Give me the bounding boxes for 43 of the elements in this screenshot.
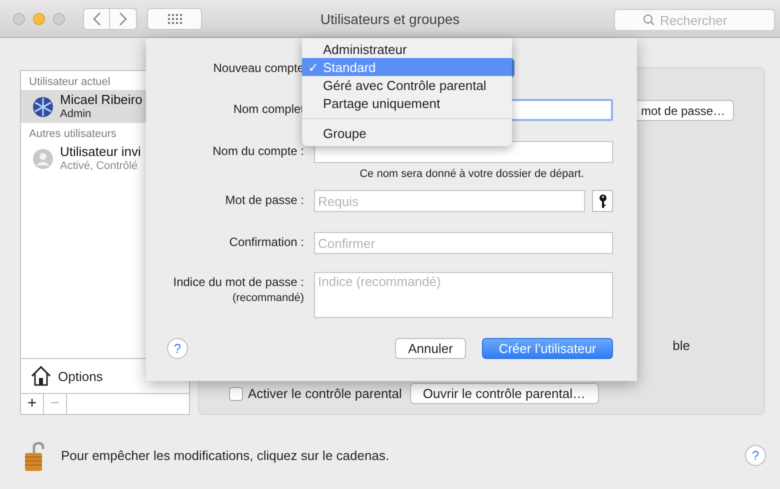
field-note: Ce nom sera donné à votre dossier de départ. [358, 168, 585, 180]
user-name: Utilisateur invi [60, 145, 141, 160]
key-icon [598, 194, 606, 208]
search-field[interactable]: Rechercher [614, 9, 775, 31]
field-label: Nouveau compte [213, 61, 304, 75]
user-detail: Activé, Contrôlé [60, 160, 139, 172]
grid-icon [166, 14, 182, 24]
section-heading: Utilisateur actuel [28, 75, 112, 90]
user-name: Micael Ribeiro [60, 93, 142, 108]
cancel-button[interactable]: Annuler [395, 338, 466, 359]
option-text: ble [672, 338, 690, 353]
options-label: Options [58, 368, 103, 384]
show-all-button[interactable] [147, 8, 202, 30]
parental-checkbox[interactable]: Activer le contrôle parental [229, 386, 402, 401]
user-avatar-icon [32, 148, 54, 170]
snowflake-avatar-icon [32, 96, 54, 118]
password-field[interactable]: Requis [314, 190, 585, 212]
hint-field[interactable]: Indice (recommandé) [314, 272, 613, 318]
section-heading: Autres utilisateurs [28, 127, 118, 142]
password-assistant-button[interactable] [592, 190, 613, 212]
field-sublabel: (recommandé) [232, 292, 304, 304]
help-button[interactable]: ? [167, 338, 188, 359]
text-field[interactable]: Confirmer [314, 232, 613, 254]
field-label: Confirmation : [229, 235, 304, 249]
back-button[interactable] [83, 8, 110, 30]
house-icon [30, 365, 52, 387]
menu-item[interactable]: Groupe [302, 124, 512, 142]
window-title: Utilisateurs et groupes [320, 11, 460, 27]
menu-item[interactable]: Partage uniquement [302, 94, 512, 112]
chevron-right-icon [118, 12, 128, 26]
help-button[interactable]: ? [745, 444, 766, 466]
field-label: Mot de passe : [225, 193, 304, 207]
chevron-left-icon [92, 12, 102, 26]
user-detail: Admin [60, 108, 92, 120]
field-label: Indice du mot de passe : [173, 275, 304, 289]
field-label: Nom du compte : [212, 144, 304, 158]
menu-item[interactable]: Géré avec Contrôle parental [302, 76, 512, 94]
forward-button[interactable] [110, 8, 137, 30]
search-icon [643, 14, 655, 26]
minimize-button[interactable] [33, 12, 45, 24]
menu-item[interactable]: Administrateur [302, 40, 512, 58]
open-parental-controls-button[interactable]: Ouvrir le contrôle parental… [410, 383, 598, 404]
lock-message: Pour empêcher les modifications, cliquez sur le cadenas. [61, 448, 390, 462]
